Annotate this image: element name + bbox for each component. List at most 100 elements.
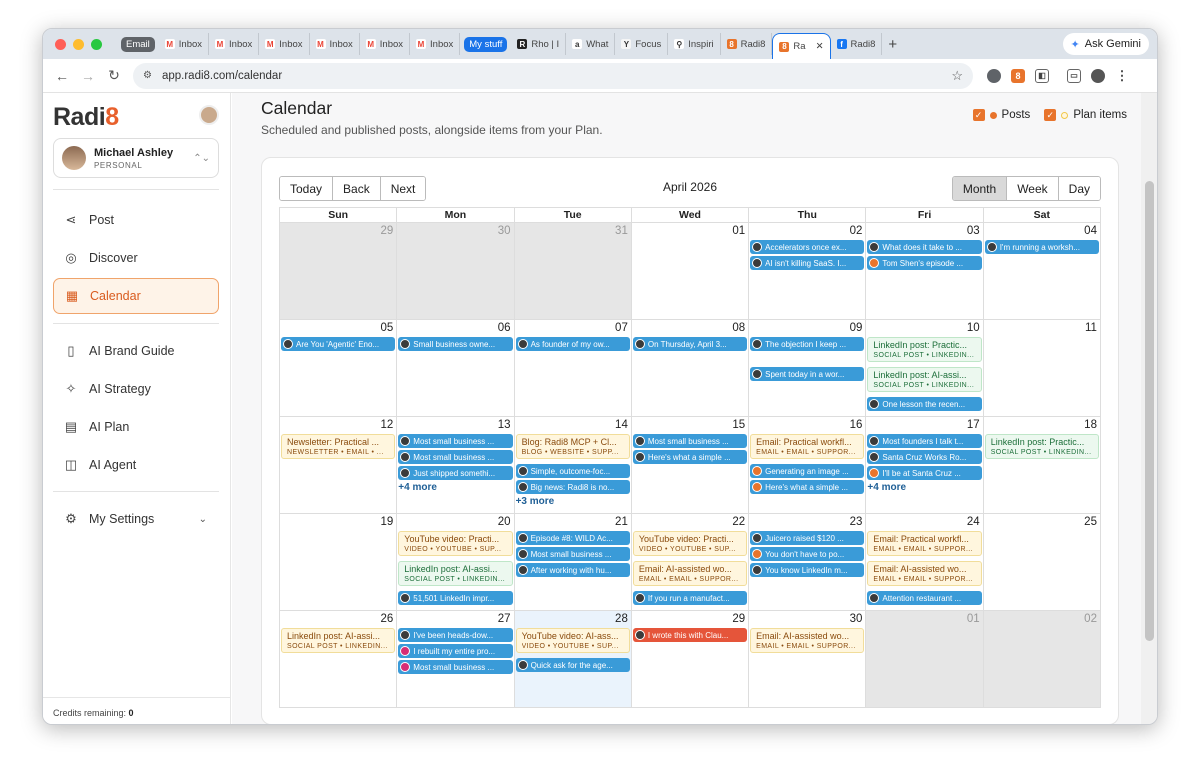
sidebar-item-ai-agent[interactable]: ◫ AI Agent xyxy=(53,447,219,483)
post-event[interactable]: 51,501 LinkedIn impr... xyxy=(398,591,513,605)
day-number[interactable]: 02 xyxy=(850,225,863,237)
post-event[interactable]: I rebuilt my entire pro... xyxy=(398,644,513,658)
day-number[interactable]: 01 xyxy=(732,225,745,237)
post-event[interactable]: I'll be at Santa Cruz ... xyxy=(867,466,982,480)
more-events-link[interactable]: +4 more xyxy=(867,482,906,493)
day-cell[interactable]: 23 Juicero raised $120 ... You don't have … xyxy=(749,514,867,611)
plan-item[interactable]: Email: AI-assisted wo... EMAIL • EMAIL • … xyxy=(750,628,865,653)
back-arrow-icon[interactable]: ← xyxy=(49,68,75,84)
day-cell[interactable]: 30 Email: AI-assisted wo... EMAIL • EMAIL … xyxy=(749,611,867,708)
browser-tab[interactable]: a What xyxy=(566,33,616,55)
forward-arrow-icon[interactable]: → xyxy=(75,68,101,84)
post-event[interactable]: Most founders I talk t... xyxy=(867,434,982,448)
post-event[interactable]: One lesson the recen... xyxy=(867,397,982,411)
browser-tab[interactable]: M Inbox xyxy=(209,33,260,55)
day-number[interactable]: 07 xyxy=(615,322,628,334)
browser-tab[interactable]: M Inbox xyxy=(310,33,360,55)
day-cell[interactable]: 09 The objection I keep ... Spent today in… xyxy=(749,320,867,417)
tab-group-mystuff[interactable]: My stuff xyxy=(464,36,508,52)
post-event[interactable]: Most small business ... xyxy=(515,547,630,561)
post-event[interactable]: Episode #8: WILD Ac... xyxy=(515,531,630,545)
day-cell[interactable]: 17 Most founders I talk t... Santa Cruz Wo… xyxy=(866,417,984,514)
day-cell[interactable]: 07 As founder of my ow... xyxy=(514,320,632,417)
day-cell[interactable]: 03 What does it take to ... Tom Shen's epi… xyxy=(866,223,984,320)
scrollbar-thumb[interactable] xyxy=(1145,181,1154,641)
post-event[interactable]: Juicero raised $120 ... xyxy=(750,531,865,545)
day-number[interactable]: 08 xyxy=(732,322,745,334)
post-event[interactable]: The objection I keep ... xyxy=(750,337,865,351)
day-number[interactable]: 29 xyxy=(380,225,393,237)
day-number[interactable]: 16 xyxy=(850,419,863,431)
day-number[interactable]: 02 xyxy=(1084,613,1097,625)
browser-tab[interactable]: f Radi8 xyxy=(831,33,883,55)
plan-item[interactable]: Email: AI-assisted wo... EMAIL • EMAIL • … xyxy=(632,561,748,586)
day-cell[interactable]: 24 Email: Practical workfl... EMAIL • EMAI… xyxy=(866,514,984,611)
day-number[interactable]: 03 xyxy=(967,225,980,237)
profile-avatar[interactable] xyxy=(1091,68,1105,83)
day-number[interactable]: 22 xyxy=(732,516,745,528)
day-number[interactable]: 30 xyxy=(498,225,511,237)
sidebar-item-post[interactable]: ⋖ Post xyxy=(53,202,219,238)
new-tab-plus-icon[interactable]: + xyxy=(888,36,908,53)
day-number[interactable]: 06 xyxy=(498,322,511,334)
browser-tab[interactable]: M Inbox xyxy=(410,33,461,55)
browser-tab[interactable]: M Inbox xyxy=(360,33,411,55)
day-number[interactable]: 11 xyxy=(1085,322,1097,334)
sidebar-item-discover[interactable]: ◎ Discover xyxy=(53,240,219,276)
extension-icon[interactable] xyxy=(987,68,1001,83)
day-number[interactable]: 15 xyxy=(732,419,745,431)
day-number[interactable]: 09 xyxy=(850,322,863,334)
day-number[interactable]: 27 xyxy=(498,613,511,625)
post-event[interactable]: Accelerators once ex... xyxy=(750,240,865,254)
day-number[interactable]: 20 xyxy=(498,516,511,528)
day-cell[interactable]: 30 xyxy=(397,223,515,320)
week-view-button[interactable]: Week xyxy=(1007,177,1059,200)
sidebar-item-my-settings[interactable]: ⚙ My Settings ⌄ xyxy=(53,501,219,537)
month-view-button[interactable]: Month xyxy=(952,177,1008,200)
post-event[interactable]: You know LinkedIn m... xyxy=(750,563,865,577)
day-number[interactable]: 23 xyxy=(850,516,863,528)
day-number[interactable]: 29 xyxy=(732,613,745,625)
sidebar-item-calendar[interactable]: ▦ Calendar xyxy=(53,278,219,314)
post-event[interactable]: I've been heads-dow... xyxy=(398,628,513,642)
post-event[interactable]: Big news: Radi8 is no... xyxy=(515,480,630,494)
day-number[interactable]: 12 xyxy=(380,419,393,431)
reload-icon[interactable]: ↻ xyxy=(101,67,127,84)
plan-item[interactable]: Newsletter: Practical ... NEWSLETTER • EM… xyxy=(281,434,396,459)
day-cell[interactable]: 12 Newsletter: Practical ... NEWSLETTER • … xyxy=(279,417,398,514)
plan-item[interactable]: YouTube video: AI-ass... VIDEO • YOUTUBE … xyxy=(515,628,630,653)
sidebar-item-ai-brand-guide[interactable]: ▯ AI Brand Guide xyxy=(53,333,219,369)
plan-item[interactable]: LinkedIn post: AI-assi... SOCIAL POST • L… xyxy=(398,561,513,586)
plan-item[interactable]: Blog: Radi8 MCP + Cl... BLOG • WEBSITE • … xyxy=(515,434,630,459)
day-cell[interactable]: 04 I'm running a worksh... xyxy=(983,223,1101,320)
minimize-window-button[interactable] xyxy=(73,38,84,50)
plan-item[interactable]: Email: Practical workfl... EMAIL • EMAIL … xyxy=(750,434,865,459)
day-number[interactable]: 24 xyxy=(967,516,980,528)
post-event[interactable]: Just shipped somethi... xyxy=(398,466,513,480)
day-number[interactable]: 04 xyxy=(1084,225,1097,237)
day-cell[interactable]: 27 I've been heads-dow... I rebuilt my ent… xyxy=(397,611,515,708)
browser-tab[interactable]: 8 Radi8 xyxy=(721,33,773,55)
post-event[interactable]: Are You 'Agentic' Eno... xyxy=(281,337,396,351)
scrollbar[interactable] xyxy=(1141,93,1157,724)
day-number[interactable]: 05 xyxy=(380,322,393,334)
day-cell[interactable]: 02 xyxy=(983,611,1101,708)
post-event[interactable]: Simple, outcome-foc... xyxy=(515,464,630,478)
day-number[interactable]: 01 xyxy=(967,613,980,625)
browser-tab[interactable]: ⚲ Inspiri xyxy=(668,33,721,55)
post-event[interactable]: You don't have to po... xyxy=(750,547,865,561)
day-cell[interactable]: 11 xyxy=(983,320,1101,417)
plan-item[interactable]: LinkedIn post: Practic... SOCIAL POST • L… xyxy=(867,337,982,362)
day-cell[interactable]: 28 YouTube video: AI-ass... VIDEO • YOUTUB… xyxy=(514,611,632,708)
radi8-extension-icon[interactable]: 8 xyxy=(1011,68,1025,83)
day-cell[interactable]: 16 Email: Practical workfl... EMAIL • EMAI… xyxy=(749,417,867,514)
day-cell[interactable]: 22 YouTube video: Practi... VIDEO • YOUTUB… xyxy=(631,514,750,611)
day-cell[interactable]: 05 Are You 'Agentic' Eno... xyxy=(279,320,398,417)
day-cell[interactable]: 25 xyxy=(983,514,1101,611)
post-event[interactable]: After working with hu... xyxy=(515,563,630,577)
close-tab-icon[interactable]: ✕ xyxy=(816,41,824,52)
day-cell[interactable]: 20 YouTube video: Practi... VIDEO • YOUTUB… xyxy=(397,514,515,611)
plan-item[interactable]: LinkedIn post: Practic... SOCIAL POST • L… xyxy=(984,434,1099,459)
day-number[interactable]: 10 xyxy=(967,322,980,334)
day-number[interactable]: 14 xyxy=(615,419,628,431)
